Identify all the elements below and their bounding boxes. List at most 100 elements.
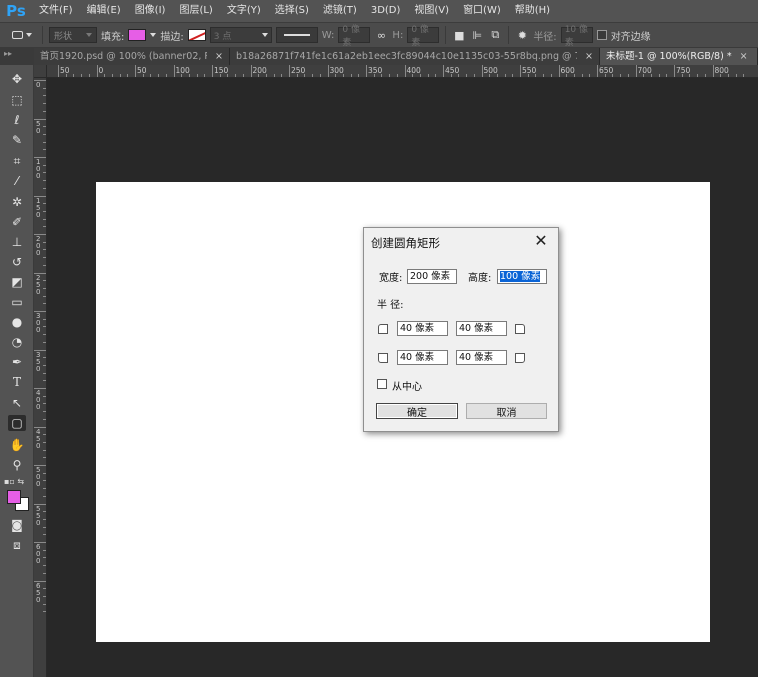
width-field[interactable]: 200 像素: [407, 269, 457, 284]
chevron-down-icon[interactable]: [150, 33, 157, 37]
path-operations-icon[interactable]: ■: [452, 28, 466, 42]
zoom-icon[interactable]: ⚲: [8, 457, 26, 473]
cancel-button[interactable]: 取消: [466, 403, 547, 419]
link-icon[interactable]: ∞: [374, 28, 388, 42]
ruler-origin[interactable]: [34, 65, 47, 78]
healing-icon[interactable]: ✲: [8, 194, 26, 210]
quick-select-icon[interactable]: ✎: [8, 132, 26, 148]
tool-preset-picker[interactable]: [8, 26, 36, 44]
radius-top-left-field[interactable]: 40 像素: [397, 321, 448, 336]
height-field[interactable]: 100 像素: [497, 269, 547, 284]
dialog-body: 宽度: 200 像素 高度: 100 像素 半 径: 40 像素 40 像素 4…: [364, 256, 558, 431]
menu-type[interactable]: 文字(Y): [220, 0, 268, 22]
ruler-minor-tick: [43, 595, 46, 597]
close-icon[interactable]: ×: [585, 48, 593, 65]
height-input[interactable]: 0 像素: [407, 25, 440, 48]
corner-bottom-left-toggle[interactable]: [378, 353, 388, 363]
ruler-minor-tick: [419, 74, 421, 77]
close-icon[interactable]: ✕: [532, 231, 550, 250]
radius-input[interactable]: 10 像素: [560, 25, 593, 48]
menu-filter[interactable]: 滤镜(T): [316, 0, 364, 22]
ruler-minor-tick: [43, 126, 46, 128]
create-rounded-rectangle-dialog: 创建圆角矩形 ✕ 宽度: 200 像素 高度: 100 像素 半 径: 40 像…: [363, 227, 559, 432]
pen-icon[interactable]: ✒: [8, 354, 26, 370]
menu-select[interactable]: 选择(S): [268, 0, 316, 22]
tab-document-2[interactable]: b18a26871f741fe1c61a2eb1eec3fc89044c10e1…: [230, 48, 600, 65]
align-edges-checkbox[interactable]: [596, 30, 607, 40]
menu-file[interactable]: 文件(F): [32, 0, 80, 22]
ruler-minor-tick: [43, 511, 46, 513]
screen-mode-icon[interactable]: ⧈: [8, 537, 26, 553]
foreground-color-swatch[interactable]: [7, 490, 21, 504]
hand-icon[interactable]: ✋: [8, 437, 26, 453]
stroke-label: 描边:: [160, 31, 184, 43]
ruler-label: 250: [291, 66, 306, 75]
close-icon[interactable]: ×: [215, 48, 223, 65]
crop-icon[interactable]: ⌗: [8, 153, 26, 169]
corner-top-left-toggle[interactable]: [378, 324, 388, 334]
gradient-icon[interactable]: ▭: [8, 294, 26, 310]
dodge-icon[interactable]: ◔: [8, 334, 26, 350]
brush-icon[interactable]: ✐: [8, 214, 26, 230]
ruler-minor-tick: [381, 74, 383, 77]
vertical-ruler[interactable]: 0 50 100 150 200 250 300 350 400 450 500 550 600 650: [34, 78, 47, 677]
move-icon[interactable]: ✥: [8, 71, 26, 87]
ruler-minor-tick: [127, 74, 129, 77]
menu-help[interactable]: 帮助(H): [508, 0, 557, 22]
gear-icon[interactable]: ✹: [515, 28, 529, 42]
eyedropper-icon[interactable]: ⁄: [8, 173, 26, 189]
ruler-label: 750: [676, 66, 691, 75]
stroke-width-select[interactable]: 3 点: [209, 27, 272, 43]
fill-swatch[interactable]: [128, 29, 147, 41]
tab-document-3[interactable]: 未标题-1 @ 100%(RGB/8) * ×: [600, 48, 758, 65]
stamp-icon[interactable]: ⊥: [8, 234, 26, 250]
type-icon[interactable]: T: [8, 374, 26, 390]
radius-bottom-right-field[interactable]: 40 像素: [456, 350, 507, 365]
ruler-minor-tick: [43, 226, 46, 228]
close-icon[interactable]: ×: [740, 48, 748, 65]
marquee-icon[interactable]: ⬚: [8, 92, 26, 108]
corner-bottom-right-toggle[interactable]: [515, 353, 525, 363]
corner-top-right-toggle[interactable]: [515, 324, 525, 334]
path-arrangement-icon[interactable]: ⧉: [488, 28, 502, 42]
ruler-minor-tick: [43, 518, 46, 520]
menu-edit[interactable]: 编辑(E): [80, 0, 128, 22]
stroke-swatch[interactable]: [187, 29, 206, 41]
stroke-type-select[interactable]: [275, 27, 318, 43]
ok-button[interactable]: 确定: [376, 403, 458, 419]
radius-top-right-field[interactable]: 40 像素: [456, 321, 507, 336]
default-colors-icon[interactable]: ▪▫ ⇆: [4, 477, 24, 486]
ruler-minor-tick: [43, 295, 46, 297]
radius-bottom-left-field[interactable]: 40 像素: [397, 350, 448, 365]
menu-window[interactable]: 窗口(W): [456, 0, 508, 22]
menu-view[interactable]: 视图(V): [407, 0, 456, 22]
menu-3d[interactable]: 3D(D): [364, 0, 408, 22]
ruler-minor-tick: [704, 74, 706, 77]
menu-image[interactable]: 图像(I): [128, 0, 173, 22]
ruler-tick: [558, 65, 560, 77]
width-input[interactable]: 0 像素: [338, 25, 371, 48]
quick-mask-icon[interactable]: ◙: [8, 517, 26, 533]
from-center-checkbox[interactable]: [377, 379, 387, 389]
rounded-rect-icon[interactable]: ▢: [8, 415, 26, 431]
path-alignment-icon[interactable]: ⊫: [470, 28, 484, 42]
panel-grip[interactable]: ▸▸: [0, 48, 34, 65]
history-brush-icon[interactable]: ↺: [8, 254, 26, 270]
ruler-minor-tick: [43, 457, 46, 459]
path-select-icon[interactable]: ↖: [8, 395, 26, 411]
width-label: W:: [321, 29, 335, 41]
stroke-width-value: 3 点: [213, 31, 232, 42]
ruler-minor-tick: [43, 164, 46, 166]
tab-document-1[interactable]: 首页1920.psd @ 100% (banner02, RGB... ×: [34, 48, 230, 65]
eraser-icon[interactable]: ◩: [8, 274, 26, 290]
ruler-label: 0: [98, 66, 104, 75]
document-tab-bar: ▸▸ 首页1920.psd @ 100% (banner02, RGB... ×…: [0, 48, 758, 65]
mode-select[interactable]: 形状: [49, 27, 97, 43]
ruler-minor-tick: [43, 149, 46, 151]
blur-icon[interactable]: ●: [8, 314, 26, 330]
ruler-minor-tick: [43, 257, 46, 259]
horizontal-ruler[interactable]: 50 0 50 100 150 200 250 300 350 400 450 500 550 600 65…: [47, 65, 758, 78]
ruler-minor-tick: [265, 74, 267, 77]
lasso-icon[interactable]: ℓ: [8, 112, 26, 128]
menu-layer[interactable]: 图层(L): [172, 0, 219, 22]
